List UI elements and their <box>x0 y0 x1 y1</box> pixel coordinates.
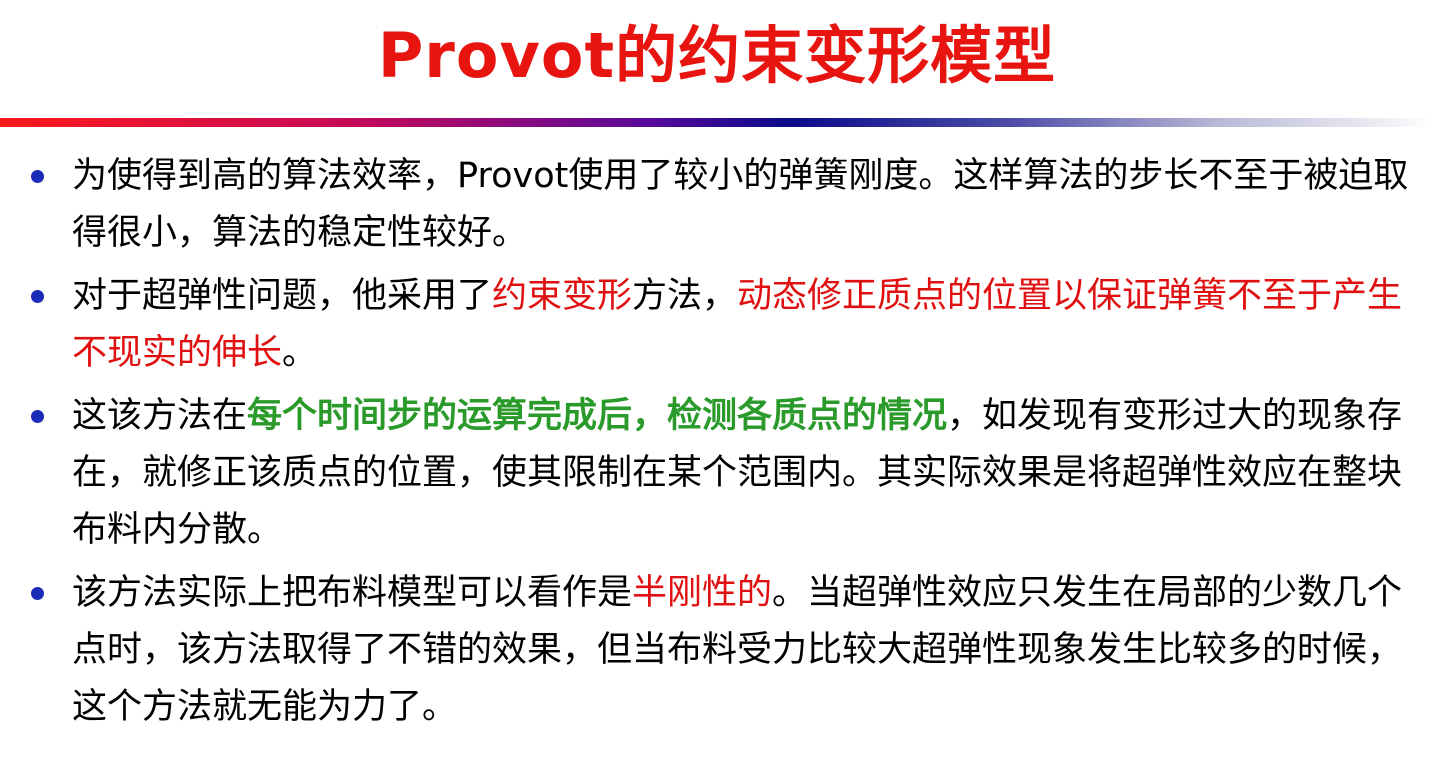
bullet-text: 。 <box>282 333 318 373</box>
bullet-text: 方法， <box>632 276 738 316</box>
bullet-dot-icon <box>31 410 44 423</box>
bullet-text: 该方法实际上把布料模型可以看作是 <box>72 573 633 613</box>
bullet-item-1: 为使得到高的算法效率，Provot使用了较小的弹簧刚度。这样算法的步长不至于被迫… <box>30 148 1410 262</box>
bullet-item-4: 该方法实际上把布料模型可以看作是半刚性的。当超弹性效应只发生在局部的少数几个点时… <box>30 565 1410 736</box>
highlight-per-timestep-check: 每个时间步的运算完成后，检测各质点的情况 <box>247 396 948 436</box>
slide-title: Provot的约束变形模型 <box>377 19 1057 92</box>
title-divider <box>0 118 1434 127</box>
highlight-semi-rigid: 半刚性的 <box>632 573 773 613</box>
bullet-text: 这该方法在 <box>72 396 248 436</box>
bullet-text: 对于超弹性问题，他采用了 <box>72 276 493 316</box>
bullet-text: 为使得到高的算法效率，Provot使用了较小的弹簧刚度。这样算法的步长不至于被迫… <box>72 156 1409 253</box>
bullet-dot-icon <box>31 290 44 303</box>
bullet-dot-icon <box>31 170 44 183</box>
bullet-item-2: 对于超弹性问题，他采用了约束变形方法，动态修正质点的位置以保证弹簧不至于产生不现… <box>30 268 1410 382</box>
bullet-dot-icon <box>31 587 44 600</box>
highlight-constraint-deformation: 约束变形 <box>492 276 633 316</box>
bullet-list: 为使得到高的算法效率，Provot使用了较小的弹簧刚度。这样算法的步长不至于被迫… <box>30 148 1410 742</box>
bullet-item-3: 这该方法在每个时间步的运算完成后，检测各质点的情况，如发现有变形过大的现象存在，… <box>30 388 1410 559</box>
